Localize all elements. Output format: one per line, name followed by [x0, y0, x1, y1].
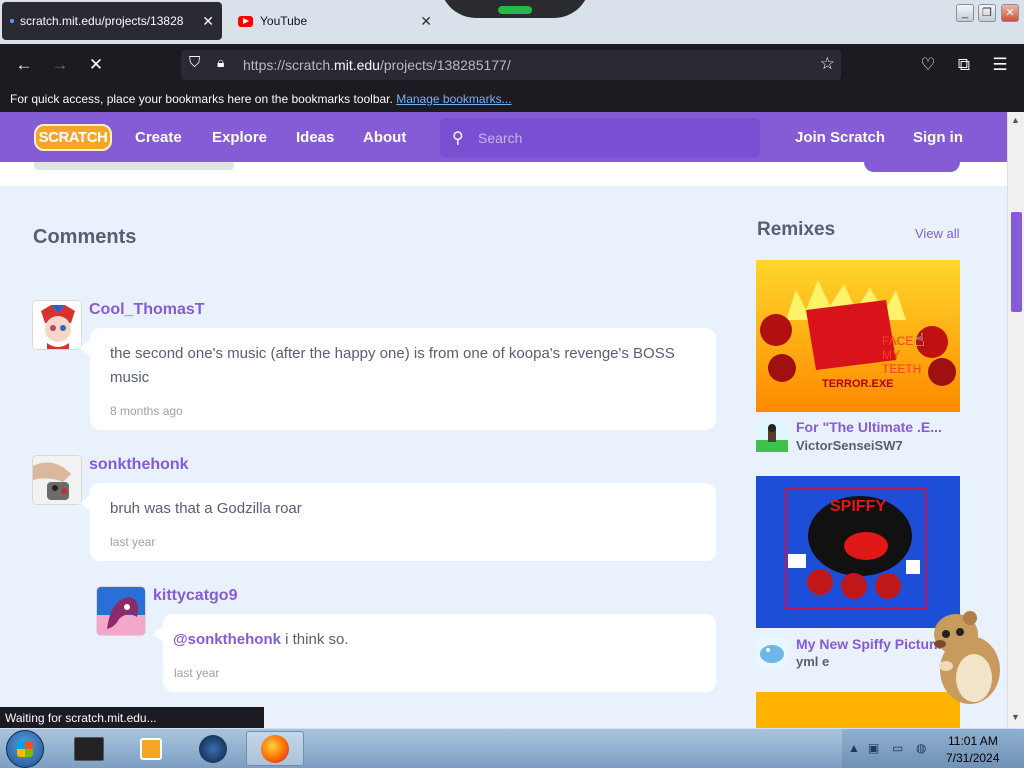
remix-author-avatar[interactable] [756, 420, 788, 452]
minimize-button[interactable]: _ [956, 4, 974, 22]
manage-bookmarks-link[interactable]: Manage bookmarks... [396, 92, 511, 106]
avatar[interactable] [32, 455, 82, 505]
windows-logo-icon [17, 741, 33, 757]
browser-tab-bar: scratch.mit.edu/projects/13828 ✕ YouTube… [0, 0, 1024, 44]
taskbar-app-media[interactable] [122, 731, 180, 766]
nav-about[interactable]: About [363, 129, 406, 146]
tab-scratch[interactable]: scratch.mit.edu/projects/13828 ✕ [2, 2, 222, 40]
comments-heading: Comments [33, 226, 137, 248]
taskbar-app-terminal[interactable] [60, 731, 118, 766]
comment-username[interactable]: sonkthehonk [89, 456, 189, 474]
main-content: Comments Cool_ThomasT the second one's m… [0, 186, 1007, 728]
avatar[interactable] [96, 586, 146, 636]
start-button[interactable] [6, 730, 44, 768]
extensions-icon[interactable]: ⧉ [952, 54, 976, 76]
tab-label: YouTube [260, 14, 308, 28]
comment-bubble: the second one's music (after the happy … [80, 328, 716, 430]
sign-in-link[interactable]: Sign in [913, 129, 963, 146]
thumb-text: TERROR.EXE [822, 378, 894, 390]
join-scratch-link[interactable]: Join Scratch [795, 129, 885, 146]
windows-taskbar: ▲ ▣ ▭ ◍ 11:01 AM 7/31/2024 [0, 728, 1024, 768]
thumb-text: SPIFFY [830, 498, 887, 515]
bookmarks-hint: For quick access, place your bookmarks h… [10, 92, 393, 106]
clock-time[interactable]: 11:01 AM [948, 734, 998, 748]
tab-label: scratch.mit.edu/projects/13828 [20, 14, 184, 28]
search-icon: ⚲ [452, 130, 464, 147]
stop-loading-icon[interactable]: ✕ [84, 54, 108, 76]
remix-author[interactable]: VictorSenseiSW7 [796, 438, 903, 453]
forward-arrow-icon[interactable]: → [48, 54, 72, 76]
loading-dot-icon [10, 19, 14, 23]
scratch-header: SCRATCH Create Explore Ideas About ⚲ Joi… [0, 112, 1007, 162]
hamster-mascot [926, 604, 1008, 708]
view-all-link[interactable]: View all [915, 226, 960, 241]
project-action-button[interactable] [864, 162, 960, 172]
titlebar-decoration [440, 0, 590, 18]
nav-create[interactable]: Create [135, 129, 182, 146]
avatar[interactable] [32, 300, 82, 350]
tray-expand-icon[interactable]: ▲ [848, 741, 860, 755]
search-box[interactable]: ⚲ [440, 118, 760, 158]
taskbar-app-globe[interactable] [184, 731, 242, 766]
pocket-icon[interactable]: ♡ [916, 54, 940, 76]
close-window-button[interactable]: ✕ [1001, 4, 1019, 22]
nav-ideas[interactable]: Ideas [296, 129, 334, 146]
hand-cursor-icon: ☝ [914, 330, 925, 350]
comment-text: the second one's music (after the happy … [110, 345, 675, 386]
nav-explore[interactable]: Explore [212, 129, 267, 146]
network-icon[interactable]: ▭ [892, 741, 903, 755]
bookmarks-toolbar: For quick access, place your bookmarks h… [0, 86, 1024, 112]
remix-author[interactable]: yml e [796, 654, 829, 669]
close-tab-icon[interactable]: ✕ [420, 13, 432, 30]
comment-bubble: bruh was that a Godzilla roar last year [80, 483, 716, 561]
shield-icon[interactable]: ⛉ [189, 54, 200, 71]
comment-username[interactable]: Cool_ThomasT [89, 301, 205, 319]
scrollbar-thumb[interactable] [1011, 212, 1022, 312]
volume-icon[interactable]: ◍ [916, 741, 926, 755]
address-bar[interactable]: ⛉ 🔒︎ https://scratch.mit.edu/projects/13… [181, 50, 841, 80]
comment-date: 8 months ago [110, 404, 183, 418]
scratch-logo[interactable]: SCRATCH [34, 124, 112, 151]
search-input[interactable] [478, 126, 748, 150]
project-info-strip [0, 162, 1007, 186]
remix-title[interactable]: For "The Ultimate .E... [796, 419, 956, 435]
tab-youtube[interactable]: YouTube ✕ [230, 2, 440, 40]
youtube-icon [238, 15, 253, 27]
status-bar: Waiting for scratch.mit.edu... [0, 707, 264, 728]
maximize-button[interactable]: ❐ [978, 4, 996, 22]
url-text[interactable]: https://scratch.mit.edu/projects/1382851… [243, 57, 511, 73]
tray-app-icon[interactable]: ▣ [868, 741, 879, 755]
close-tab-icon[interactable]: ✕ [202, 13, 214, 30]
comment-date: last year [174, 666, 220, 680]
comment-text: bruh was that a Godzilla roar [110, 500, 302, 517]
mention-link[interactable]: @sonkthehonk [173, 631, 281, 648]
comment-date: last year [110, 535, 156, 549]
browser-toolbar: ← → ✕ ⛉ 🔒︎ https://scratch.mit.edu/proje… [0, 44, 1024, 86]
remixes-heading: Remixes [757, 219, 836, 240]
back-arrow-icon[interactable]: ← [12, 54, 36, 76]
page-scrollbar[interactable]: ▲ ▼ [1007, 112, 1024, 728]
taskbar-app-firefox[interactable] [246, 731, 304, 766]
comment-text: @sonkthehonk i think so. [173, 631, 349, 648]
hamburger-menu-icon[interactable]: ☰ [988, 54, 1012, 76]
remix-author-avatar[interactable] [756, 636, 788, 668]
reply-bubble: @sonkthehonk i think so. last year [153, 614, 716, 692]
lock-icon[interactable]: 🔒︎ [217, 54, 224, 71]
comment-username[interactable]: kittycatgo9 [153, 587, 237, 605]
remix-thumbnail[interactable]: FACE MY TEETH TERROR.EXE [756, 260, 960, 412]
clock-date[interactable]: 7/31/2024 [946, 751, 999, 765]
bookmark-star-icon[interactable]: ☆ [820, 54, 835, 74]
